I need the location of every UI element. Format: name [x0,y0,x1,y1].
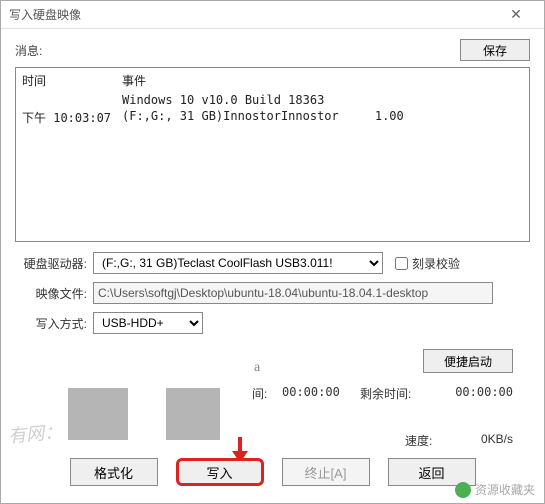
log-header-time: 时间 [22,72,122,89]
message-label: 消息: [15,42,460,59]
elapsed-value: 00:00:00 [282,385,340,399]
obscured-region [118,342,253,387]
remain-value: 00:00:00 [455,385,513,399]
verify-checkbox-label: 刻录校验 [412,255,460,272]
method-select[interactable]: USB-HDD+ [93,312,203,334]
window-title: 写入硬盘映像 [9,6,496,23]
write-button[interactable]: 写入 [176,458,264,486]
close-icon[interactable]: ✕ [496,6,536,23]
elapsed-label: 间: [252,385,267,402]
obscured-region [166,388,220,440]
speed-label: 速度: [405,432,432,449]
format-button[interactable]: 格式化 [70,458,158,486]
log-row: 下午 10:03:07 (F:,G:, 31 GB)InnostorInnost… [22,109,523,126]
titlebar: 写入硬盘映像 ✕ [1,1,544,29]
remain-label: 剩余时间: [360,385,411,402]
drive-label: 硬盘驱动器: [15,255,93,272]
log-area: 时间 事件 Windows 10 v10.0 Build 18363 下午 10… [15,67,530,242]
image-path-field[interactable] [93,282,493,304]
method-label: 写入方式: [15,315,93,332]
log-row: Windows 10 v10.0 Build 18363 [22,93,523,107]
verify-checkbox-input[interactable] [395,257,408,270]
obscured-region [68,388,128,440]
quick-boot-button[interactable]: 便捷启动 [423,349,513,373]
watermark-left: 有网： [7,418,63,449]
speed-value: 0KB/s [481,432,513,446]
image-label: 映像文件: [15,285,93,302]
watermark-right: 资源收藏夹 [455,481,535,498]
drive-select[interactable]: (F:,G:, 31 GB)Teclast CoolFlash USB3.011… [93,252,383,274]
save-button[interactable]: 保存 [460,39,530,61]
abort-button: 终止[A] [282,458,370,486]
verify-checkbox[interactable]: 刻录校验 [395,255,460,272]
wechat-icon [455,482,471,498]
log-header-event: 事件 [122,72,523,89]
stray-char: a [254,360,260,376]
